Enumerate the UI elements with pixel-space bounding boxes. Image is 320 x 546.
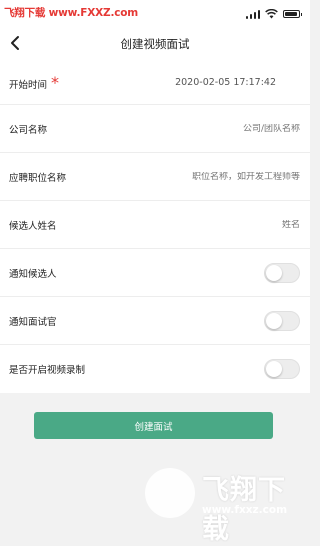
watermark-bottom: 飞翔下载 www.fxxz.com xyxy=(142,466,310,545)
start-time-row[interactable]: 开始时间 * 2020-02-05 17:17:42 xyxy=(0,60,310,105)
candidate-name-input[interactable] xyxy=(150,219,300,230)
nav-bar: 创建视频面试 xyxy=(0,28,310,60)
signal-icon xyxy=(245,9,260,19)
notify-interviewer-toggle[interactable] xyxy=(264,310,300,331)
position-input[interactable] xyxy=(140,171,300,182)
record-video-label: 是否开启视频录制 xyxy=(9,365,86,376)
start-time-value[interactable]: 2020-02-05 17:17:42 xyxy=(175,77,276,88)
company-input[interactable] xyxy=(150,123,300,134)
watermark-top: 飞翔下载 www.FXXZ.com xyxy=(4,7,139,19)
battery-icon xyxy=(283,10,302,18)
status-bar: 飞翔下载 www.FXXZ.com xyxy=(0,0,310,28)
candidate-label: 候选人姓名 xyxy=(9,220,57,232)
candidate-row: 候选人姓名 xyxy=(0,201,310,249)
notify-candidate-toggle[interactable] xyxy=(264,262,300,283)
watermark-site: www.fxxz.com xyxy=(202,504,288,516)
watermark-logo-icon xyxy=(145,468,195,518)
notify-candidate-label: 通知候选人 xyxy=(9,268,57,280)
position-label: 应聘职位名称 xyxy=(9,172,67,184)
company-row: 公司名称 xyxy=(0,105,310,153)
toggle-knob xyxy=(266,361,282,377)
toggle-knob xyxy=(266,264,282,281)
notify-interviewer-label: 通知面试官 xyxy=(9,316,57,328)
required-mark: * xyxy=(51,72,60,92)
interview-form: 开始时间* 2020-02-05 17:17:42 公司名称 应聘职位名称 候选… xyxy=(0,60,310,393)
create-interview-button[interactable]: 创建面试 xyxy=(34,412,273,439)
record-video-row: 是否开启视频录制 xyxy=(0,345,310,393)
start-time-label: 开始时间 xyxy=(9,79,48,91)
notify-interviewer-row: 通知面试官 xyxy=(0,297,310,345)
wifi-icon xyxy=(265,9,278,19)
toggle-knob xyxy=(266,312,282,329)
position-row: 应聘职位名称 xyxy=(0,153,310,201)
record-video-toggle[interactable] xyxy=(264,359,300,379)
status-icons xyxy=(245,8,302,20)
notify-candidate-row: 通知候选人 xyxy=(0,249,310,297)
company-label: 公司名称 xyxy=(9,124,48,136)
page-title: 创建视频面试 xyxy=(120,37,190,51)
